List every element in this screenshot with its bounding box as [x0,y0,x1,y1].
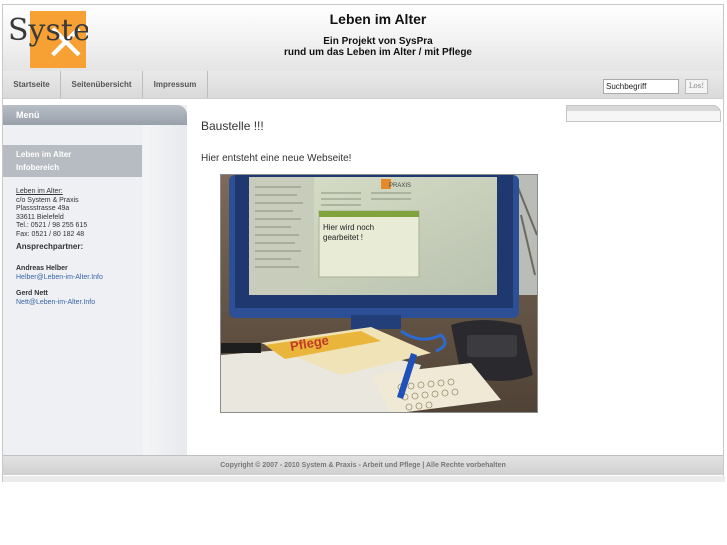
address-fax: Fax: 0521 / 80 182 48 [16,230,85,238]
site-logo[interactable]: × Syste [8,11,88,68]
sidebar-item-label-line2: Infobereich [16,163,60,172]
nav-item-startseite[interactable]: Startseite [3,71,61,98]
page-frame: × Syste Leben im Alter Ein Projekt von S… [2,4,725,482]
contact-heading: Ansprechpartner: [16,242,84,251]
site-footer: Copyright © 2007 - 2010 System & Praxis … [3,455,723,475]
contact-email-nett[interactable]: Nett@Leben-im-Alter.Info [16,299,95,308]
site-header: × Syste Leben im Alter Ein Projekt von S… [3,5,723,71]
contact-name-nett: Gerd Nett [16,290,48,297]
page-intro-text: Hier entsteht eine neue Webseite! [201,153,352,164]
address-co: c/o System & Praxis [16,196,79,204]
sidebar-item-label-line1: Leben im Alter [16,150,72,159]
contact-email-helber[interactable]: Helber@Leben-im-Alter.Info [16,274,103,283]
nav-item-seitenuebersicht[interactable]: Seitenübersicht [61,71,143,98]
sidebar: Menü Leben im Alter Infobereich Leben im… [3,105,187,455]
address-street: Plassstrasse 49a [16,205,70,212]
construction-photo: Hier wird noch gearbeitet ! PRAXIS Pfleg… [220,174,538,413]
site-title: Leben im Alter [329,11,427,27]
photo-brand-text: PRAXIS [389,183,411,189]
address-name: Leben im Alter: [16,188,63,195]
logo-text: Syste [8,13,88,48]
sidebar-item-leben-im-alter[interactable]: Leben im Alter Infobereich [3,145,142,177]
site-subtitle-line2: rund um das Leben im Alter / mit Pflege [284,47,472,58]
photo-screen-text-2: gearbeitet ! [323,233,363,242]
bottom-strip [3,476,725,482]
nav-bar: Startseite Seitenübersicht Impressum Los… [3,71,723,99]
page-title: Baustelle !!! [201,119,264,133]
search-button[interactable]: Los! [685,79,708,94]
sidebar-shade [143,125,187,455]
contact-name-helber: Andreas Helber [16,265,68,272]
right-sidebar-box [566,105,721,122]
address-city: 33611 Bielefeld [16,213,64,221]
main-content: Baustelle !!! Hier entsteht eine neue We… [201,105,561,455]
address-tel: Tel.: 0521 / 98 255 615 [16,222,88,229]
nav-item-impressum[interactable]: Impressum [143,71,208,98]
photo-screen-text-1: Hier wird noch [323,223,374,232]
sidebar-menu-heading: Menü [3,105,187,125]
site-subtitle-line1: Ein Projekt von SysPra [323,36,433,47]
search-input[interactable] [603,79,679,94]
